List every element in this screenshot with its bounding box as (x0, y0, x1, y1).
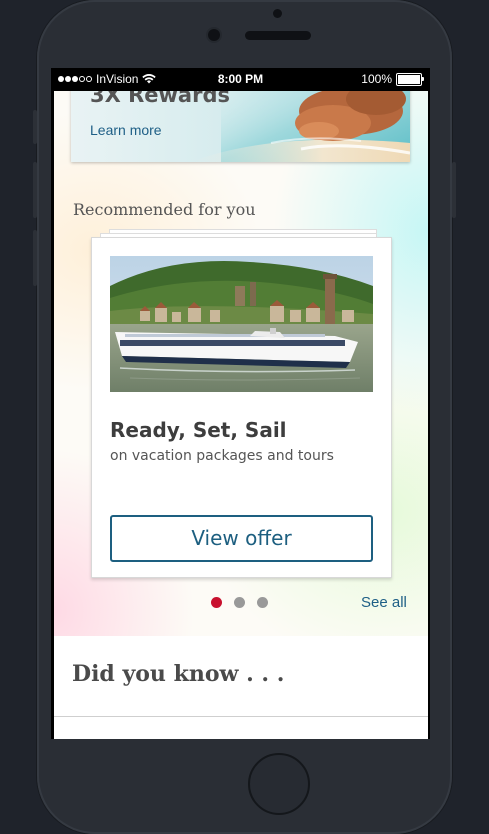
app-content: 3X Rewards Learn more Recommended for yo… (54, 91, 428, 739)
power-button (452, 162, 456, 218)
view-offer-button[interactable]: View offer (110, 515, 373, 562)
card-title: Ready, Set, Sail (110, 418, 287, 442)
did-you-know-heading: Did you know . . . (72, 661, 285, 687)
battery-percent: 100% (361, 72, 392, 86)
see-all-link[interactable]: See all (361, 594, 407, 611)
volume-up-button (33, 162, 37, 218)
pagination-dot[interactable] (234, 597, 245, 608)
pagination-dot-active[interactable] (211, 597, 222, 608)
section-divider (54, 716, 428, 717)
mute-switch (33, 110, 37, 144)
rewards-promo-banner[interactable]: 3X Rewards Learn more (71, 91, 410, 162)
sensor-dot (273, 9, 282, 18)
river-cruise-image (110, 256, 373, 392)
volume-down-button (33, 230, 37, 286)
battery-icon (396, 72, 424, 86)
carousel-pagination (211, 597, 268, 608)
front-camera (208, 29, 220, 41)
battery-group: 100% (361, 72, 424, 86)
recommended-heading: Recommended for you (73, 200, 256, 219)
cruise-ship-photo (110, 256, 373, 392)
pagination-dot[interactable] (257, 597, 268, 608)
offer-card[interactable]: Ready, Set, Sail on vacation packages an… (91, 237, 392, 578)
earpiece-speaker (245, 31, 311, 40)
status-bar: InVision 8:00 PM 100% (51, 68, 430, 91)
card-subtitle: on vacation packages and tours (110, 448, 334, 464)
learn-more-link[interactable]: Learn more (90, 122, 162, 138)
home-button[interactable] (248, 753, 310, 815)
screen: InVision 8:00 PM 100% 3X Rewards Learn m… (51, 68, 430, 739)
promo-title: 3X Rewards (90, 91, 230, 107)
